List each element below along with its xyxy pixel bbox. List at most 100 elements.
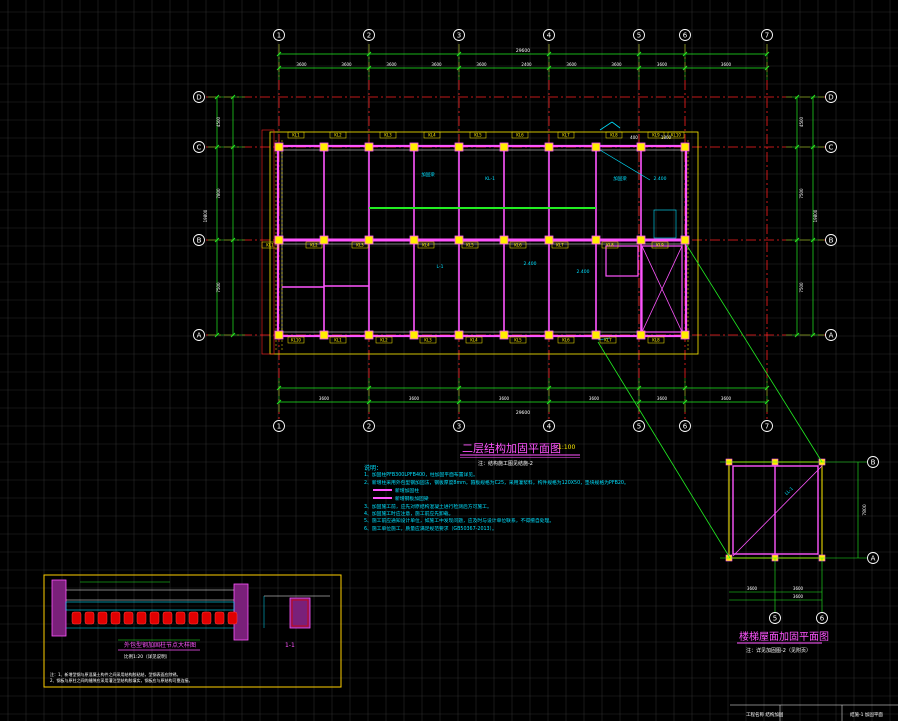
beam-tag-label: KL1 (266, 243, 274, 248)
left-total-dimension: 19800 (203, 209, 208, 222)
detail-bolt (84, 611, 95, 625)
bottom-dimension-text: 3600 (409, 396, 420, 401)
beam-tag-label: KL9 (656, 243, 664, 248)
beam-tag-label: KL10 (291, 338, 301, 343)
detail-bolt (97, 611, 108, 625)
notes-heading: 说明： (364, 464, 382, 472)
background-grid (0, 0, 898, 721)
detail-bolt (149, 611, 160, 625)
detail-title-sub: 比例1:20（详见说明） (124, 653, 170, 660)
column-axis-bubble-bottom-label: 2 (367, 423, 371, 431)
column (591, 235, 601, 245)
shaft (605, 245, 639, 277)
beam-tag-label: KL3 (424, 338, 432, 343)
column (680, 142, 690, 152)
top-dimension-text: 3600 (431, 62, 442, 67)
column (636, 330, 646, 340)
stair-roof-plan: 78003600 36003600LL-1BA5 6 (720, 456, 879, 624)
title-block-item-2: 结施-1 加固平面 (850, 711, 883, 718)
detail-note-2: 2、钢板与原柱之间的缝隙应采用灌注型结构胶填实，钢板应与原结构可靠连接。 (50, 677, 193, 683)
room-annotation: 2.400 (654, 176, 667, 182)
top-dimension-text: 3600 (566, 62, 577, 67)
column-axis-bubble-top-label: 7 (765, 32, 769, 40)
inset-side-dimension: 7800 (862, 504, 868, 516)
beam-tag-label: KL3 (384, 133, 392, 138)
callout-leader (685, 243, 823, 463)
inset-bottom-dimension: 3600 (747, 586, 758, 591)
beam-tag-label: KL7 (604, 338, 612, 343)
room-annotation: 加固梁 (613, 175, 627, 182)
detail-bolt (162, 611, 173, 625)
column (636, 235, 646, 245)
column-axis-bubble-bottom-label: 4 (547, 423, 552, 431)
column-axis-bubble-top-label: 4 (547, 32, 552, 40)
beam-tag-label: KL7 (556, 243, 564, 248)
inset-bottom-total: 3600 (793, 594, 804, 599)
detail-bolt (188, 611, 199, 625)
right-dimension-text: 4500 (799, 116, 804, 127)
row-axis-bubble-right-label: A (829, 332, 834, 340)
detail-mark (653, 209, 677, 239)
column-axis-bubble-top-label: 5 (637, 32, 641, 40)
beam-tag-label: KL1 (292, 133, 300, 138)
plan-title-scale: 1:100 (558, 444, 575, 451)
note-line: 新增加固柱 (395, 487, 419, 494)
beam-tag-label: KL9 (652, 133, 660, 138)
beam-tag-label: KL8 (606, 243, 614, 248)
column (680, 235, 690, 245)
detail-bolt (123, 611, 134, 625)
room-annotation: 加固梁 (421, 171, 435, 178)
note-line: 4、加固施工时应注意，施工前应先卸载。 (364, 510, 453, 517)
row-axis-bubble-left-label: D (196, 94, 201, 102)
detail-title-block: 外包型钢加固柱节点大样图 比例1:20（详见说明） 1-1 注：1、新增型钢与原… (50, 641, 295, 683)
note-line: 3、加固施工前，应先对原结构混凝土进行检测后方可施工。 (364, 503, 492, 510)
small-dimension-text: 1800 (661, 135, 672, 140)
title-block-item-1: 工程名称 结构加固 (746, 711, 784, 718)
left-dimension-text: 7500 (216, 282, 221, 293)
right-dimension-text: 7500 (799, 282, 804, 293)
beam-tag-label: KL2 (310, 243, 318, 248)
room-annotation: KL-1 (485, 176, 495, 182)
column-axis-bubble-top-label: 2 (367, 32, 371, 40)
beam-tag-label: KL6 (562, 338, 570, 343)
inset-row-bubble-label: B (871, 459, 876, 467)
column (499, 142, 509, 152)
column (591, 330, 601, 340)
beam-tag-label: KL3 (356, 243, 364, 248)
detail-title: 外包型钢加固柱节点大样图 (124, 641, 196, 649)
detail-bolt (71, 611, 82, 625)
column (319, 235, 329, 245)
column (454, 330, 464, 340)
inset-column-bubble-label: 6 (820, 615, 825, 623)
left-dimension-text: 7800 (216, 188, 221, 199)
plan-title-block: 二层结构加固平面图 1:100 注：结构施工图见结施-2 (460, 441, 580, 467)
detail-bolt (110, 611, 121, 625)
column (591, 142, 601, 152)
column (499, 235, 509, 245)
column (319, 142, 329, 152)
note-line: 6、施工单位施工，质量应满足规范要求（GB50367-2013）。 (364, 525, 497, 532)
room-annotation: 2.400 (577, 269, 590, 275)
beam-tag-label: KL4 (470, 338, 478, 343)
row-axis-bubble-left-label: A (197, 332, 202, 340)
detail-bolt (201, 611, 212, 625)
small-dimension-text: 400 (630, 135, 638, 140)
beam-tag-label: KL5 (474, 133, 482, 138)
bottom-dimension-text: 3600 (721, 396, 732, 401)
left-dimension-text: 4500 (216, 116, 221, 127)
title-block-strip: 工程名称 结构加固 结施-1 加固平面 (730, 704, 898, 721)
detail-frame (43, 574, 342, 688)
column-axis-bubble-bottom-label: 1 (277, 423, 281, 431)
right-total-dimension: 19800 (813, 209, 818, 222)
beam-tag-label: KL6 (516, 133, 524, 138)
top-dimension-text: 3600 (296, 62, 307, 67)
outer-outline (269, 131, 699, 355)
plan-title: 二层结构加固平面图 (462, 441, 561, 455)
note-line: 2、新增柱采用外包型钢加固法，钢板厚度8mm，箍板规格为C25，采用灌浆料，构件… (364, 479, 629, 486)
column (544, 330, 554, 340)
column (544, 142, 554, 152)
note-line: 1、加固柱PFB300LPFB400，柱加固平面布置详见。 (364, 471, 478, 478)
bottom-dimension-text: 3600 (657, 396, 668, 401)
beam-tag-label: KL6 (514, 243, 522, 248)
beam-tag-label: KL4 (428, 133, 436, 138)
